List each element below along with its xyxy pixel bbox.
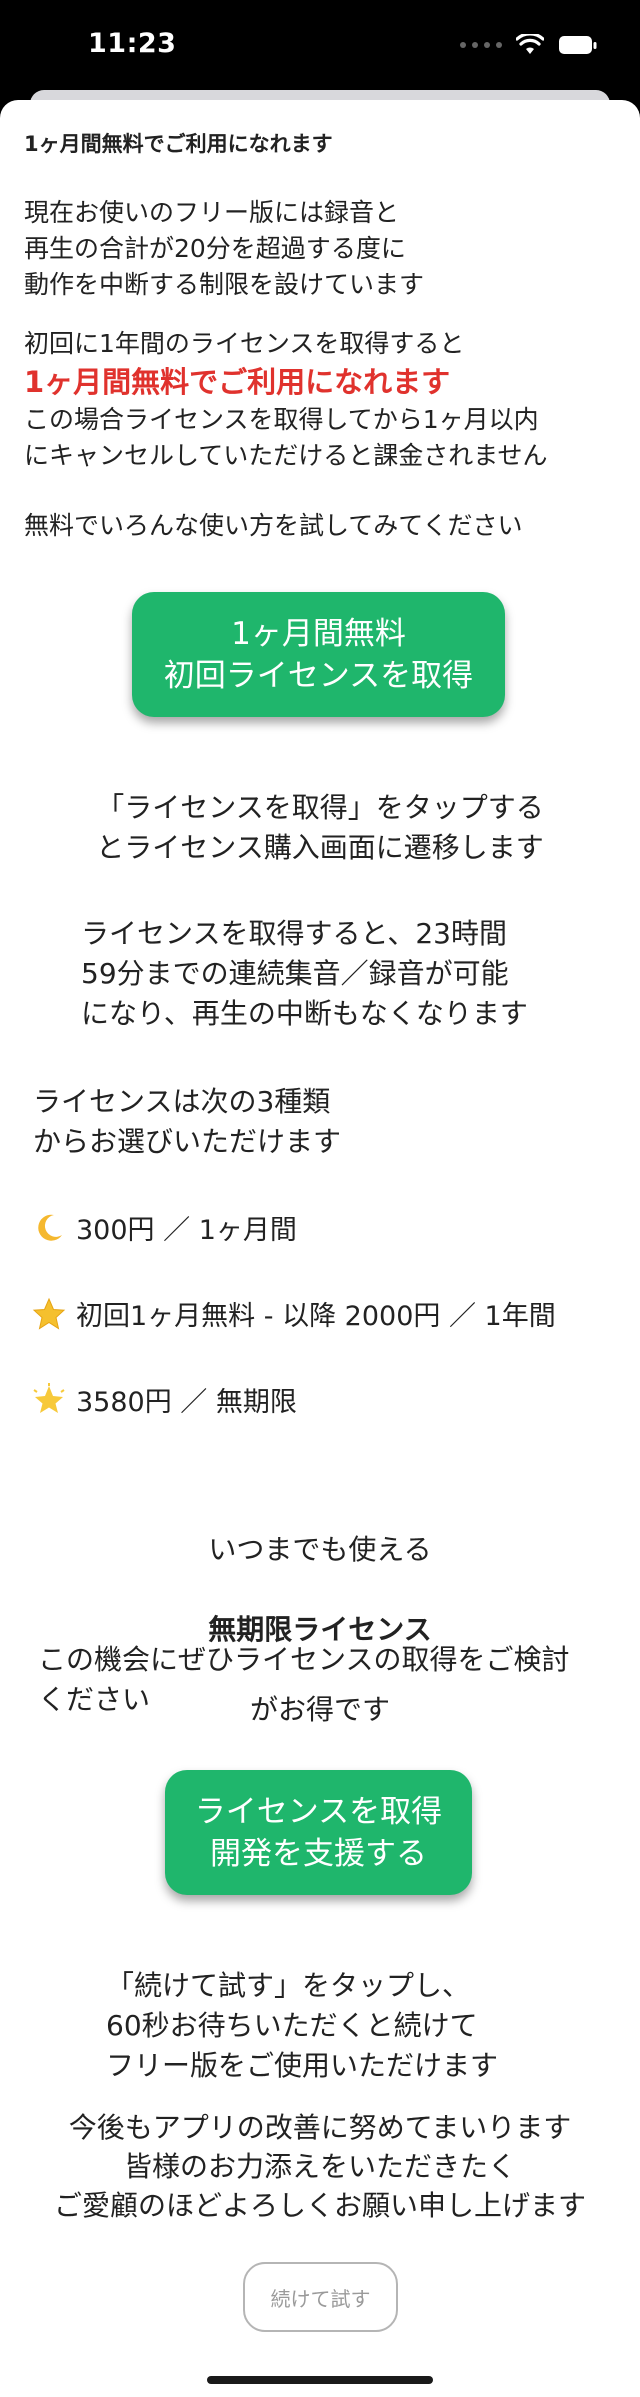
forever-block: いつまでも使える 無期限ライセンス がお得です <box>0 1490 640 1770</box>
battery-icon <box>559 36 597 54</box>
support-license-button[interactable]: ライセンスを取得 開発を支援する <box>165 1770 472 1895</box>
closing-text: 今後もアプリの改善に努めてまいります 皆様のお力添えをいただきたく ご愛顧のほど… <box>53 2111 586 2222</box>
status-time: 11:23 <box>88 28 177 59</box>
crescent-moon-icon <box>38 1214 62 1241</box>
plan-monthly: 300円 ／ 1ヶ月間 <box>32 1208 297 1247</box>
benefit-text: ライセンスを取得すると、23時間 59分までの連続集音／録音が可能 になり、再生… <box>81 917 528 1030</box>
plan-lifetime: 3580円 ／ 無期限 <box>32 1380 297 1419</box>
header-title: 1ヶ月間無料でご利用になれます <box>24 132 333 156</box>
consider-text: この機会にぜひライセンスの取得をご検討 ください <box>38 1643 570 1716</box>
continue-info-text: 「続けて試す」をタップし、 60秒お待ちいただくと続けて フリー版をご使用いただ… <box>106 1969 499 2082</box>
home-indicator <box>207 2376 433 2384</box>
offer-line3: この場合ライセンスを取得してから1ヶ月以内 にキャンセルしていただけると課金され… <box>24 405 548 470</box>
forever-line1: いつまでも使える <box>208 1533 432 1566</box>
free-trial-license-button[interactable]: 1ヶ月間無料 初回ライセンスを取得 <box>132 592 505 717</box>
status-icons <box>460 34 598 56</box>
offer-highlight: 1ヶ月間無料でご利用になれます <box>24 365 451 399</box>
plan-yearly: 初回1ヶ月無料 - 以降 2000円 ／ 1年間 <box>32 1294 556 1333</box>
try-text: 無料でいろんな使い方を試してみてください <box>24 511 523 540</box>
offer-block: 初回に1年間のライセンスを取得すると 1ヶ月間無料でご利用になれます この場合ラ… <box>24 326 548 474</box>
intro-text: 現在お使いのフリー版には録音と 再生の合計が20分を超過する度に 動作を中断する… <box>24 198 425 299</box>
dots-icon <box>460 42 502 48</box>
tap-info-text: 「ライセンスを取得」をタップする とライセンス購入画面に遷移します <box>96 791 544 864</box>
offer-line1: 初回に1年間のライセンスを取得すると <box>24 329 465 358</box>
plan-lifetime-label: 3580円 ／ 無期限 <box>76 1387 297 1418</box>
status-bar: 11:23 <box>0 0 640 90</box>
plan-monthly-label: 300円 ／ 1ヶ月間 <box>76 1215 297 1246</box>
star-icon <box>32 1297 66 1330</box>
wifi-icon <box>516 34 544 54</box>
continue-trial-button[interactable]: 続けて試す <box>243 2262 398 2332</box>
glowing-star-icon <box>33 1382 65 1413</box>
plan-yearly-label: 初回1ヶ月無料 - 以降 2000円 ／ 1年間 <box>76 1301 556 1332</box>
plans-intro-text: ライセンスは次の3種類 からお選びいただけます <box>33 1085 342 1158</box>
